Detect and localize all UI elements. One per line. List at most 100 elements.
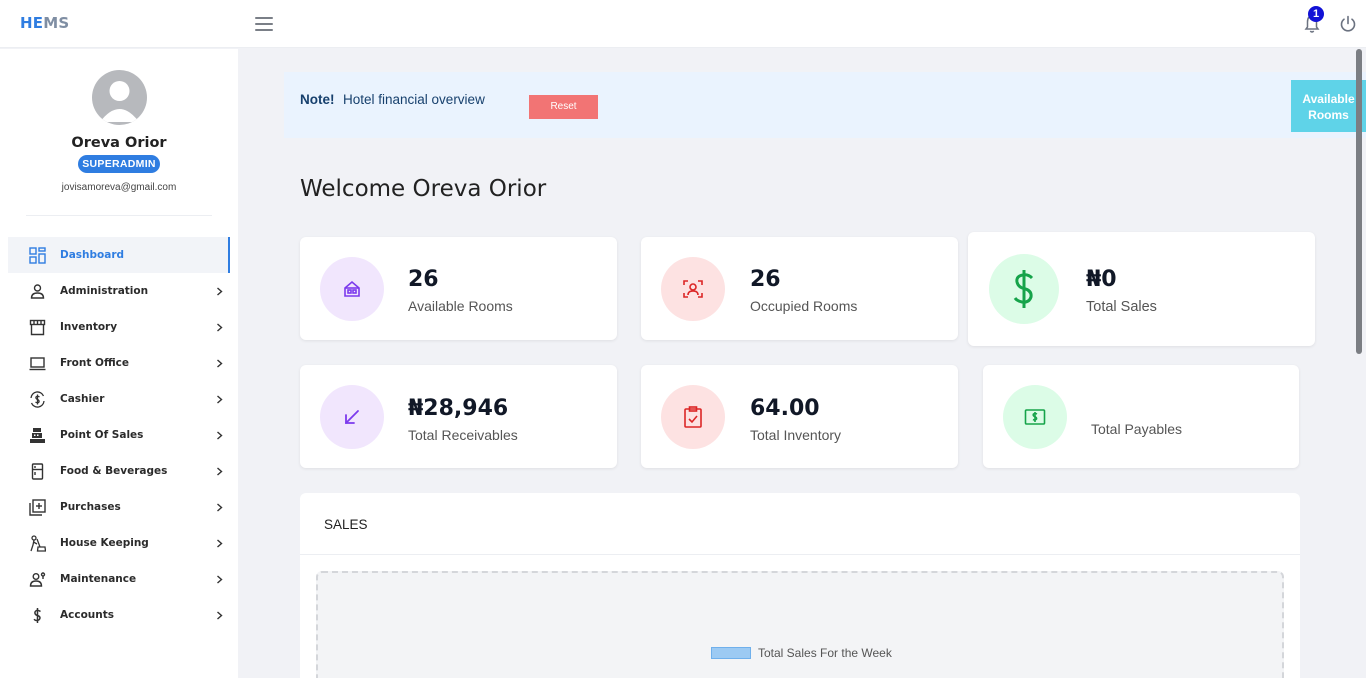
total-receivables-card[interactable]: ₦28,946 Total Receivables [300,365,617,468]
sidebar-item-maintenance[interactable]: Maintenance [8,561,230,597]
notification-count-badge: 1 [1308,6,1324,22]
total-sales-card[interactable]: ₦0 Total Sales [968,232,1315,346]
money-icon [1024,409,1046,425]
card-icon-circle [661,385,725,449]
legend-swatch[interactable] [711,647,751,659]
available-rooms-tab-line1: Available [1302,92,1355,106]
chevron-right-icon [217,287,223,296]
sidebar-item-cashier[interactable]: Cashier [8,381,230,417]
cash-exchange-icon [30,391,45,408]
total-payables-card[interactable]: Total Payables [983,365,1299,468]
guest-icon [683,280,703,298]
sidebar-item-label: House Keeping [60,537,149,549]
brand-logo[interactable]: HEMS [20,14,69,32]
chevron-right-icon [217,359,223,368]
store-icon [29,319,46,336]
card-icon-circle [661,257,725,321]
divider [26,215,212,216]
menu-toggle-icon[interactable] [255,17,273,31]
user-icon [30,284,45,299]
chevron-right-icon [217,503,223,512]
note-banner: Note! Hotel financial overview Reset [284,72,1366,138]
sidebar-item-label: Accounts [60,609,115,621]
chevron-right-icon [217,323,223,332]
sales-title: SALES [324,517,368,532]
brand-part-2: MS [43,14,70,32]
available-rooms-tab-line2: Rooms [1308,108,1349,122]
card-value: ₦28,946 [408,396,509,421]
card-icon-circle [1003,385,1067,449]
user-name: Oreva Orior [71,135,167,151]
card-value: 64.00 [750,396,820,421]
chevron-right-icon [217,539,223,548]
chevron-right-icon [217,575,223,584]
sidebar-item-inventory[interactable]: Inventory [8,309,230,345]
top-bar: HEMS 1 [0,0,1366,48]
card-label: Available Rooms [408,298,513,314]
available-rooms-card[interactable]: 26 Available Rooms [300,237,617,340]
sales-chart: Total Sales For the Week [316,571,1284,678]
sidebar-item-purchases[interactable]: Purchases [8,489,230,525]
sidebar-item-administration[interactable]: Administration [8,273,230,309]
sidebar-item-label: Front Office [60,357,130,369]
cash-register-icon [30,428,45,443]
sidebar-item-accounts[interactable]: Accounts [8,597,230,633]
sidebar-item-house-keeping[interactable]: House Keeping [8,525,230,561]
available-rooms-tab[interactable]: Available Rooms [1291,80,1366,132]
add-box-icon [29,499,46,516]
power-icon[interactable] [1339,15,1357,33]
card-value: ₦0 [1086,267,1117,292]
sidebar-item-point-of-sales[interactable]: Point Of Sales [8,417,230,453]
laptop-icon [29,357,46,371]
card-icon-circle [320,385,384,449]
chevron-right-icon [217,611,223,620]
chevron-right-icon [217,395,223,404]
dollar-icon [1013,270,1034,308]
sidebar-item-label: Dashboard [60,249,125,261]
chevron-right-icon [217,431,223,440]
card-value: 26 [750,267,781,292]
role-badge: SUPERADMIN [78,155,160,173]
reset-button[interactable]: Reset [529,95,598,119]
sidebar-item-label: Food & Beverages [60,465,168,477]
brand-part-1: HE [20,14,44,32]
sidebar-item-label: Administration [60,285,149,297]
dollar-icon [33,608,41,623]
card-value: 26 [408,267,439,292]
arrow-down-left-icon [345,410,359,424]
scrollbar[interactable] [1356,49,1362,354]
sidebar-item-food-beverages[interactable]: Food & Beverages [8,453,230,489]
card-icon-circle [320,257,384,321]
avatar [92,70,147,125]
card-label: Total Payables [1091,421,1183,437]
worker-icon [29,572,46,587]
sidebar-item-label: Point Of Sales [60,429,144,441]
sidebar: Oreva Orior SUPERADMIN jovisamoreva@gmai… [0,49,238,678]
sidebar-item-label: Inventory [60,321,118,333]
sidebar-item-dashboard[interactable]: Dashboard [8,237,230,273]
sidebar-item-label: Purchases [60,501,121,513]
card-icon-circle [989,254,1059,324]
total-inventory-card[interactable]: 64.00 Total Inventory [641,365,958,468]
welcome-heading: Welcome Oreva Orior [300,176,547,202]
divider [300,554,1300,555]
card-label: Total Sales [1086,299,1157,315]
note-title: Note! [300,92,335,107]
sales-panel: SALES Total Sales For the Week [300,493,1300,678]
sidebar-item-front-office[interactable]: Front Office [8,345,230,381]
legend-label: Total Sales For the Week [758,646,892,660]
sidebar-nav: Dashboard Administration Inventory Front… [8,237,230,633]
note-text: Hotel financial overview [343,92,485,107]
hotel-icon [344,280,360,297]
dashboard-icon [29,247,46,264]
card-label: Occupied Rooms [750,298,858,314]
card-label: Total Inventory [750,427,842,443]
occupied-rooms-card[interactable]: 26 Occupied Rooms [641,237,958,340]
clipboard-check-icon [684,406,702,428]
sidebar-item-label: Maintenance [60,573,137,585]
user-avatar-icon [100,81,139,122]
sidebar-item-label: Cashier [60,393,105,405]
fridge-icon [31,463,44,480]
chevron-right-icon [217,467,223,476]
card-label: Total Receivables [408,427,518,443]
